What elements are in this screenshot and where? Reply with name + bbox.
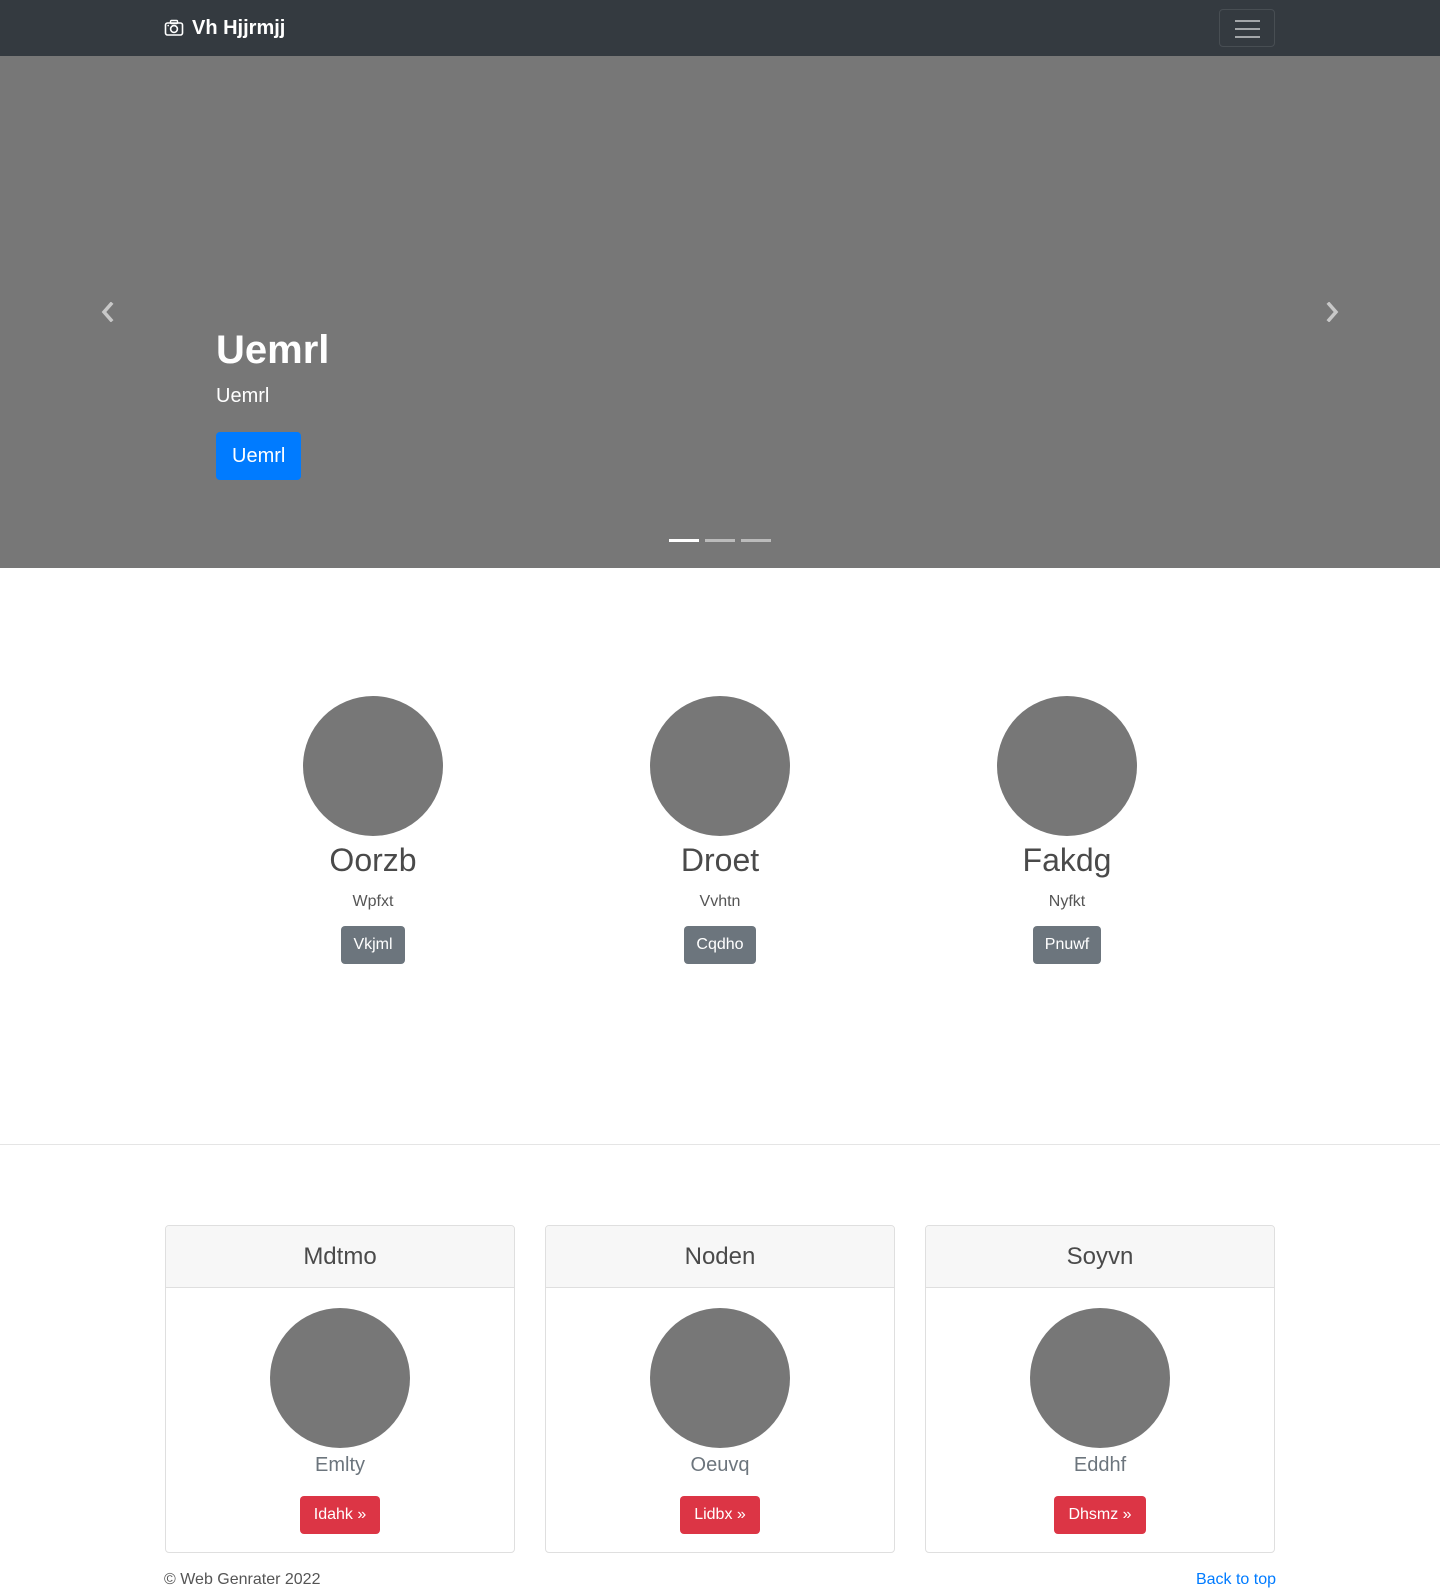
feature-text: Wpfxt [352, 893, 394, 910]
carousel-indicator-3[interactable] [741, 539, 771, 542]
card: Soyvn Eddhf Dhsmz » [925, 1225, 1275, 1553]
section-divider [0, 1144, 1440, 1145]
card-image-placeholder [1030, 1308, 1170, 1448]
feature-title: Oorzb [329, 842, 417, 878]
feature-button[interactable]: Cqdho [684, 926, 756, 964]
card: Noden Oeuvq Lidbx » [545, 1225, 895, 1553]
feature-column: Oorzb Wpfxt Vkjml [223, 696, 523, 964]
carousel-indicators [669, 539, 777, 542]
card-button[interactable]: Dhsmz » [1054, 1496, 1146, 1534]
carousel-caption: Uemrl Uemrl [216, 326, 329, 408]
feature-button[interactable]: Vkjml [341, 926, 405, 964]
hamburger-bar [1235, 20, 1260, 22]
back-to-top-link[interactable]: Back to top [1196, 1570, 1276, 1590]
chevron-left-icon [101, 302, 114, 322]
card-header: Mdtmo [166, 1226, 514, 1288]
carousel-indicator-2[interactable] [705, 539, 735, 542]
card-image-placeholder [650, 1308, 790, 1448]
card-body: Eddhf Dhsmz » [926, 1288, 1274, 1534]
chevron-right-icon [1326, 302, 1339, 322]
hamburger-bar [1235, 36, 1260, 38]
feature-column: Droet Vvhtn Cqdho [570, 696, 870, 964]
card-body: Oeuvq Lidbx » [546, 1288, 894, 1534]
feature-text: Vvhtn [699, 893, 741, 910]
card-button[interactable]: Lidbx » [680, 1496, 760, 1534]
navbar: Vh Hjjrmjj [0, 0, 1440, 56]
carousel-title: Uemrl [216, 328, 330, 372]
carousel-cta-button[interactable]: Uemrl [216, 432, 302, 480]
brand-link[interactable]: Vh Hjjrmjj [164, 14, 285, 42]
carousel-next-button[interactable] [1224, 56, 1440, 568]
brand-text: Vh Hjjrmjj [192, 16, 286, 39]
camera-icon [164, 19, 184, 36]
feature-title: Fakdg [1022, 842, 1112, 878]
card-body: Emlty Idahk » [166, 1288, 514, 1534]
card-text: Emlty [315, 1454, 365, 1476]
carousel-subtitle: Uemrl [216, 385, 270, 407]
feature-title: Droet [680, 842, 760, 878]
feature-image-placeholder [997, 696, 1137, 836]
carousel-indicator-1[interactable] [669, 539, 699, 542]
feature-image-placeholder [303, 696, 443, 836]
card: Mdtmo Emlty Idahk » [165, 1225, 515, 1553]
footer-copyright: © Web Genrater 2022 [164, 1571, 321, 1588]
navbar-toggler-button[interactable] [1219, 9, 1275, 47]
feature-column: Fakdg Nyfkt Pnuwf [917, 696, 1217, 964]
hamburger-bar [1235, 28, 1260, 30]
card-text: Oeuvq [690, 1454, 750, 1476]
feature-image-placeholder [650, 696, 790, 836]
card-text: Eddhf [1073, 1454, 1127, 1476]
card-image-placeholder [270, 1308, 410, 1448]
card-header: Soyvn [926, 1226, 1274, 1288]
card-button[interactable]: Idahk » [299, 1496, 381, 1534]
hero-carousel: Uemrl Uemrl Uemrl [0, 56, 1440, 568]
feature-button[interactable]: Pnuwf [1032, 926, 1102, 964]
feature-text: Nyfkt [1048, 893, 1086, 910]
card-header: Noden [546, 1226, 894, 1288]
carousel-prev-button[interactable] [0, 56, 216, 568]
